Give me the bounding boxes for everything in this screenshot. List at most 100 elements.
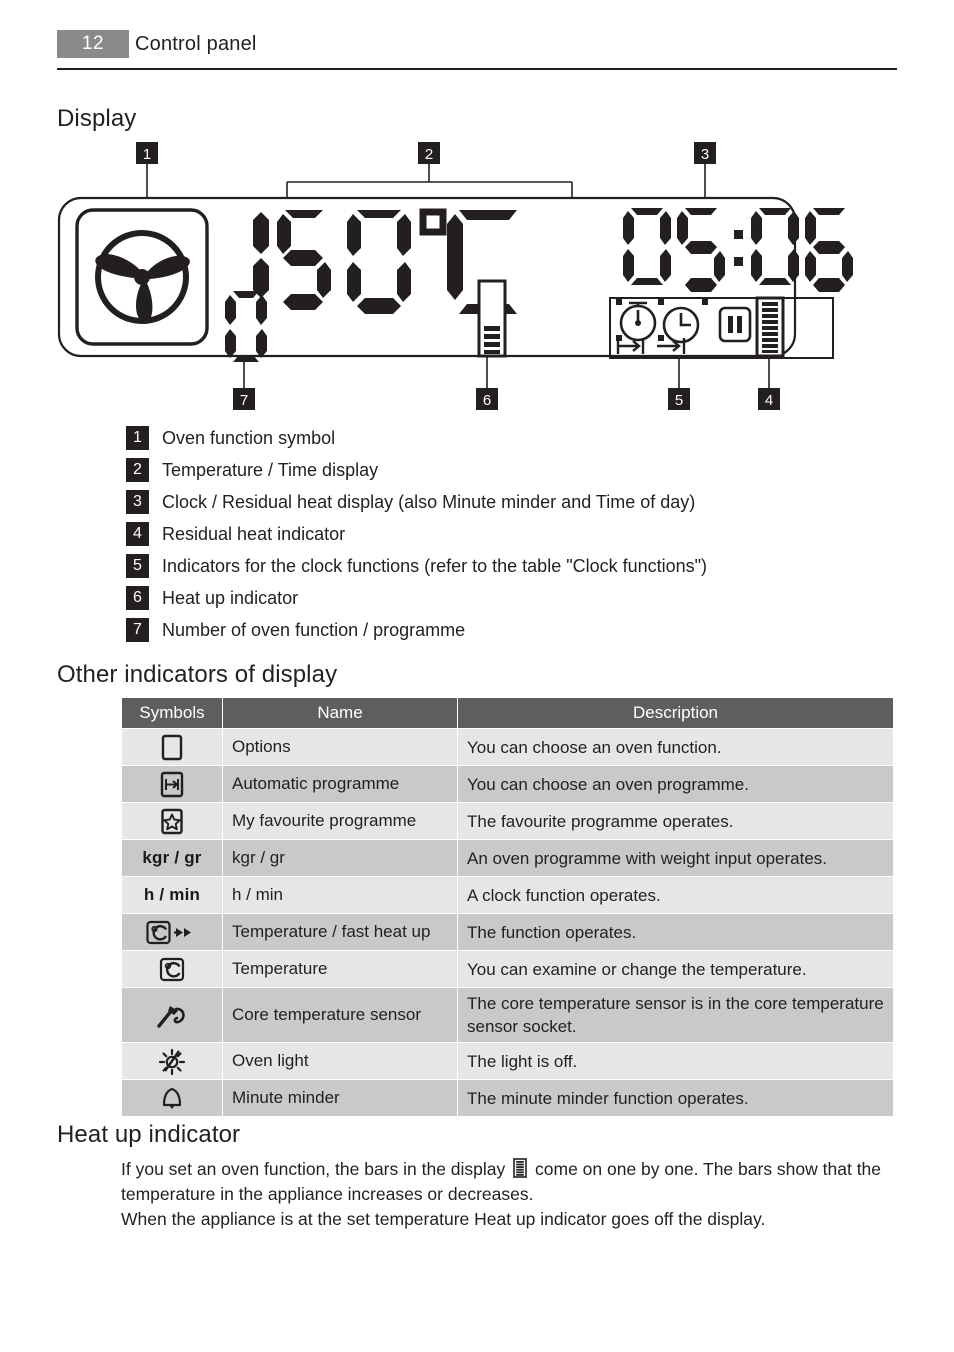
symbol-description: The core temperature sensor is in the co… xyxy=(457,987,894,1043)
symbol-description: You can choose an oven function. xyxy=(457,728,894,766)
legend-item: 6 Heat up indicator xyxy=(126,584,896,616)
callout-7: 7 xyxy=(233,388,255,410)
symbol-name: Temperature / fast heat up xyxy=(222,913,458,951)
symbol-description: The minute minder function operates. xyxy=(457,1079,894,1117)
header-divider xyxy=(57,68,897,70)
page-title: Control panel xyxy=(135,33,257,55)
symbol-cell xyxy=(121,765,223,803)
table-row: h / min h / min A clock function operate… xyxy=(121,876,894,914)
column-header-name: Name xyxy=(222,697,458,729)
symbol-description: The function operates. xyxy=(457,913,894,951)
symbol-name: Temperature xyxy=(222,950,458,988)
legend-label: Residual heat indicator xyxy=(162,524,346,544)
symbol-name: h / min xyxy=(222,876,458,914)
callout-1: 1 xyxy=(136,142,158,164)
options-square-icon xyxy=(161,734,183,761)
legend-item: 2 Temperature / Time display xyxy=(126,456,896,488)
symbol-cell xyxy=(121,1079,223,1117)
celsius-icon xyxy=(158,956,186,983)
legend-item: 1 Oven function symbol xyxy=(126,424,896,456)
svg-text:2: 2 xyxy=(425,146,433,163)
symbol-name: Automatic programme xyxy=(222,765,458,803)
oven-display-diagram: 1 2 3 7 6 5 4 xyxy=(57,138,897,418)
callout-6: 6 xyxy=(476,388,498,410)
legend-number: 7 xyxy=(126,618,149,642)
symbol-description: You can examine or change the temperatur… xyxy=(457,950,894,988)
section-heading-display: Display xyxy=(57,105,137,132)
kgr-gr-symbol: kgr / gr xyxy=(142,848,202,867)
symbol-cell xyxy=(121,913,223,951)
callout-4: 4 xyxy=(758,388,780,410)
residual-heat-indicator xyxy=(755,296,785,358)
legend-number: 1 xyxy=(126,426,149,450)
page-number: 12 xyxy=(57,30,129,58)
legend-label: Number of oven function / programme xyxy=(162,620,466,640)
legend-number: 5 xyxy=(126,554,149,578)
svg-text:6: 6 xyxy=(483,392,491,409)
symbol-cell xyxy=(121,950,223,988)
page-header: 12 Control panel xyxy=(57,30,897,70)
section-heading-heat-up: Heat up indicator xyxy=(57,1121,241,1148)
legend-label: Heat up indicator xyxy=(162,588,299,608)
symbol-name: kgr / gr xyxy=(222,839,458,877)
other-indicators-table: Symbols Name Description Options You can… xyxy=(121,697,894,1117)
legend-label: Clock / Residual heat display (also Minu… xyxy=(162,492,696,512)
heat-up-paragraph-1: If you set an oven function, the bars in… xyxy=(121,1157,893,1207)
table-row: Temperature You can examine or change th… xyxy=(121,950,894,988)
legend-label: Temperature / Time display xyxy=(162,460,379,480)
legend-item: 4 Residual heat indicator xyxy=(126,520,896,552)
symbol-cell xyxy=(121,728,223,766)
table-row: Temperature / fast heat up The function … xyxy=(121,913,894,951)
legend-number: 4 xyxy=(126,522,149,546)
svg-text:1: 1 xyxy=(143,146,151,163)
symbol-description: An oven programme with weight input oper… xyxy=(457,839,894,877)
symbol-cell: h / min xyxy=(121,876,223,914)
column-header-symbols: Symbols xyxy=(121,697,223,729)
oven-light-off-icon xyxy=(157,1047,187,1076)
column-header-description: Description xyxy=(457,697,894,729)
legend-number: 6 xyxy=(126,586,149,610)
table-row: Automatic programme You can choose an ov… xyxy=(121,765,894,803)
table-row: My favourite programme The favourite pro… xyxy=(121,802,894,840)
heat-up-bar-icon xyxy=(513,1158,527,1178)
celsius-fast-heat-icon xyxy=(145,919,199,946)
legend-label: Indicators for the clock functions (refe… xyxy=(162,556,708,576)
heat-up-description: If you set an oven function, the bars in… xyxy=(121,1157,893,1232)
svg-text:4: 4 xyxy=(765,392,773,409)
table-row: kgr / gr kgr / gr An oven programme with… xyxy=(121,839,894,877)
heat-up-text-before-icon: If you set an oven function, the bars in… xyxy=(121,1159,506,1179)
symbol-name: Minute minder xyxy=(222,1079,458,1117)
table-row: Core temperature sensor The core tempera… xyxy=(121,987,894,1043)
symbol-cell xyxy=(121,1042,223,1080)
core-sensor-icon xyxy=(155,1000,189,1030)
callout-5: 5 xyxy=(668,388,690,410)
favourite-star-icon xyxy=(160,808,184,835)
symbol-name: Core temperature sensor xyxy=(222,987,458,1043)
symbol-description: You can choose an oven programme. xyxy=(457,765,894,803)
automatic-programme-icon xyxy=(159,771,185,798)
svg-text:5: 5 xyxy=(675,392,683,409)
legend-number: 2 xyxy=(126,458,149,482)
svg-text:3: 3 xyxy=(701,146,709,163)
display-legend-list: 1 Oven function symbol 2 Temperature / T… xyxy=(126,424,896,648)
table-row: Options You can choose an oven function. xyxy=(121,728,894,766)
legend-item: 3 Clock / Residual heat display (also Mi… xyxy=(126,488,896,520)
symbol-cell xyxy=(121,802,223,840)
symbol-name: Options xyxy=(222,728,458,766)
legend-item: 7 Number of oven function / programme xyxy=(126,616,896,648)
symbol-description: The light is off. xyxy=(457,1042,894,1080)
section-heading-other-indicators: Other indicators of display xyxy=(57,661,338,688)
heat-up-indicator xyxy=(477,279,507,358)
bell-icon xyxy=(159,1085,185,1112)
symbol-description: The favourite programme operates. xyxy=(457,802,894,840)
callout-3: 3 xyxy=(694,142,716,164)
heat-up-paragraph-2: When the appliance is at the set tempera… xyxy=(121,1209,766,1229)
oven-function-symbol-icon xyxy=(75,208,209,346)
legend-item: 5 Indicators for the clock functions (re… xyxy=(126,552,896,584)
symbol-cell: kgr / gr xyxy=(121,839,223,877)
legend-number: 3 xyxy=(126,490,149,514)
table-header-row: Symbols Name Description xyxy=(121,697,894,729)
table-row: Minute minder The minute minder function… xyxy=(121,1079,894,1117)
symbol-name: Oven light xyxy=(222,1042,458,1080)
symbol-cell xyxy=(121,987,223,1043)
